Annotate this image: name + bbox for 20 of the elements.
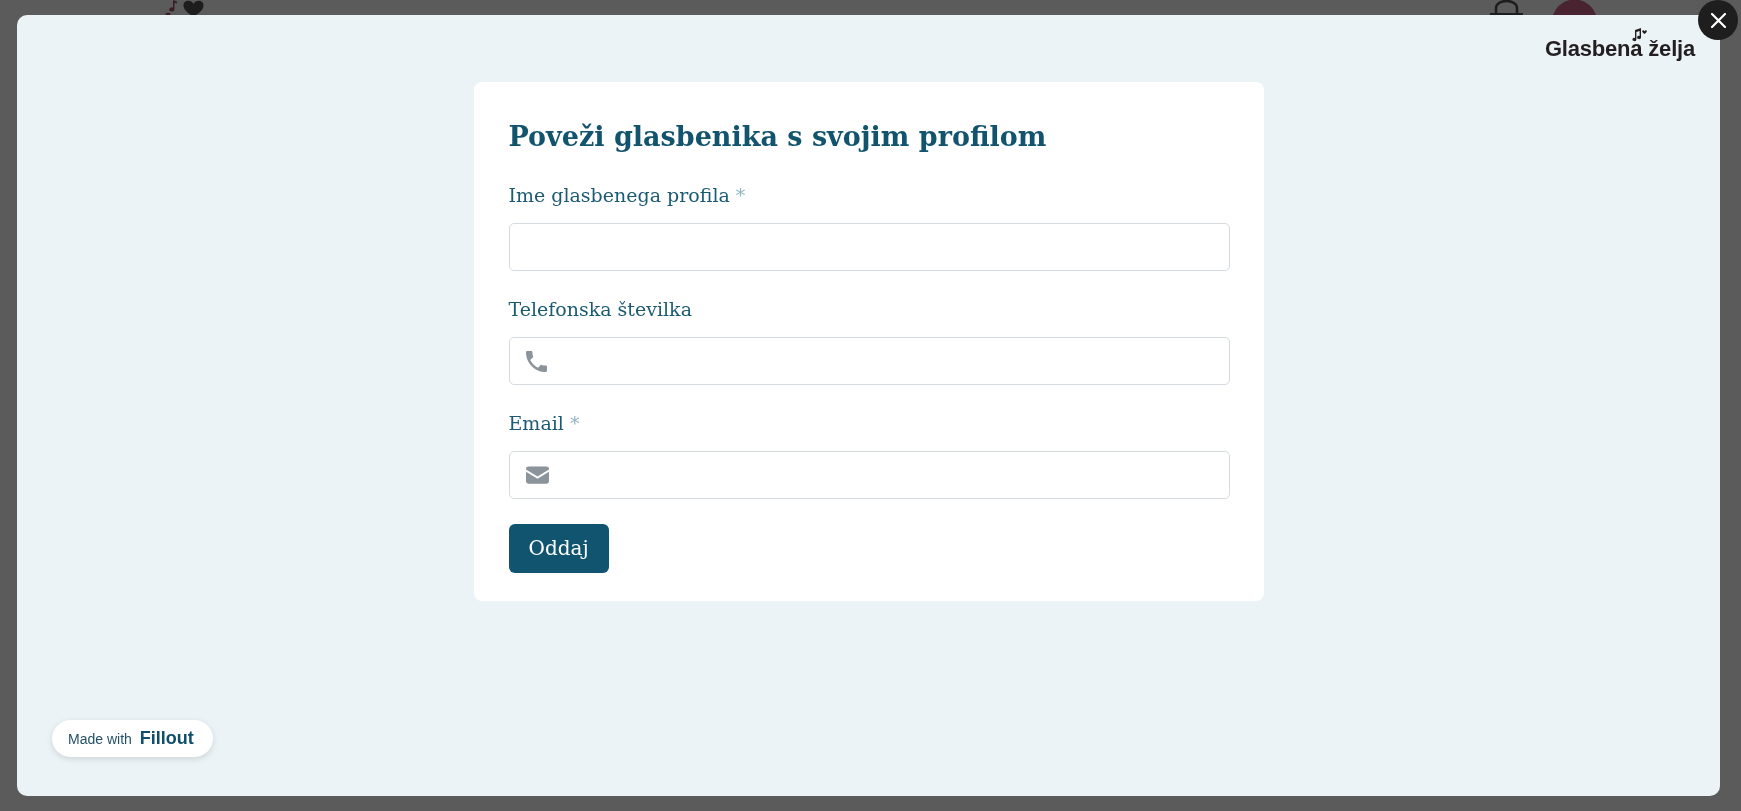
required-mark: *	[735, 183, 746, 208]
avatar-icon	[1552, 0, 1597, 15]
form-title: Poveži glasbenika s svojim profilom	[508, 120, 1047, 154]
made-with-badge[interactable]: Made with Fillout	[52, 720, 213, 757]
field-label: Telefonska številka	[508, 297, 692, 322]
close-button[interactable]	[1698, 0, 1738, 40]
text-field[interactable]	[508, 223, 1230, 271]
envelope-icon	[525, 466, 549, 484]
phone-field[interactable]	[508, 337, 1230, 385]
email-field[interactable]	[508, 451, 1230, 499]
field-label: Email	[508, 411, 564, 436]
submit-button[interactable]: Oddaj	[508, 524, 609, 573]
heart-icon	[183, 0, 204, 15]
close-icon	[1710, 12, 1726, 28]
logo-text: Glasbena želja	[1544, 36, 1695, 62]
field-label: Ime glasbenega profila	[508, 183, 730, 208]
required-mark: *	[569, 411, 580, 436]
music-note-icon	[165, 0, 179, 15]
phone-icon	[525, 350, 547, 372]
bag-icon	[1490, 0, 1523, 15]
